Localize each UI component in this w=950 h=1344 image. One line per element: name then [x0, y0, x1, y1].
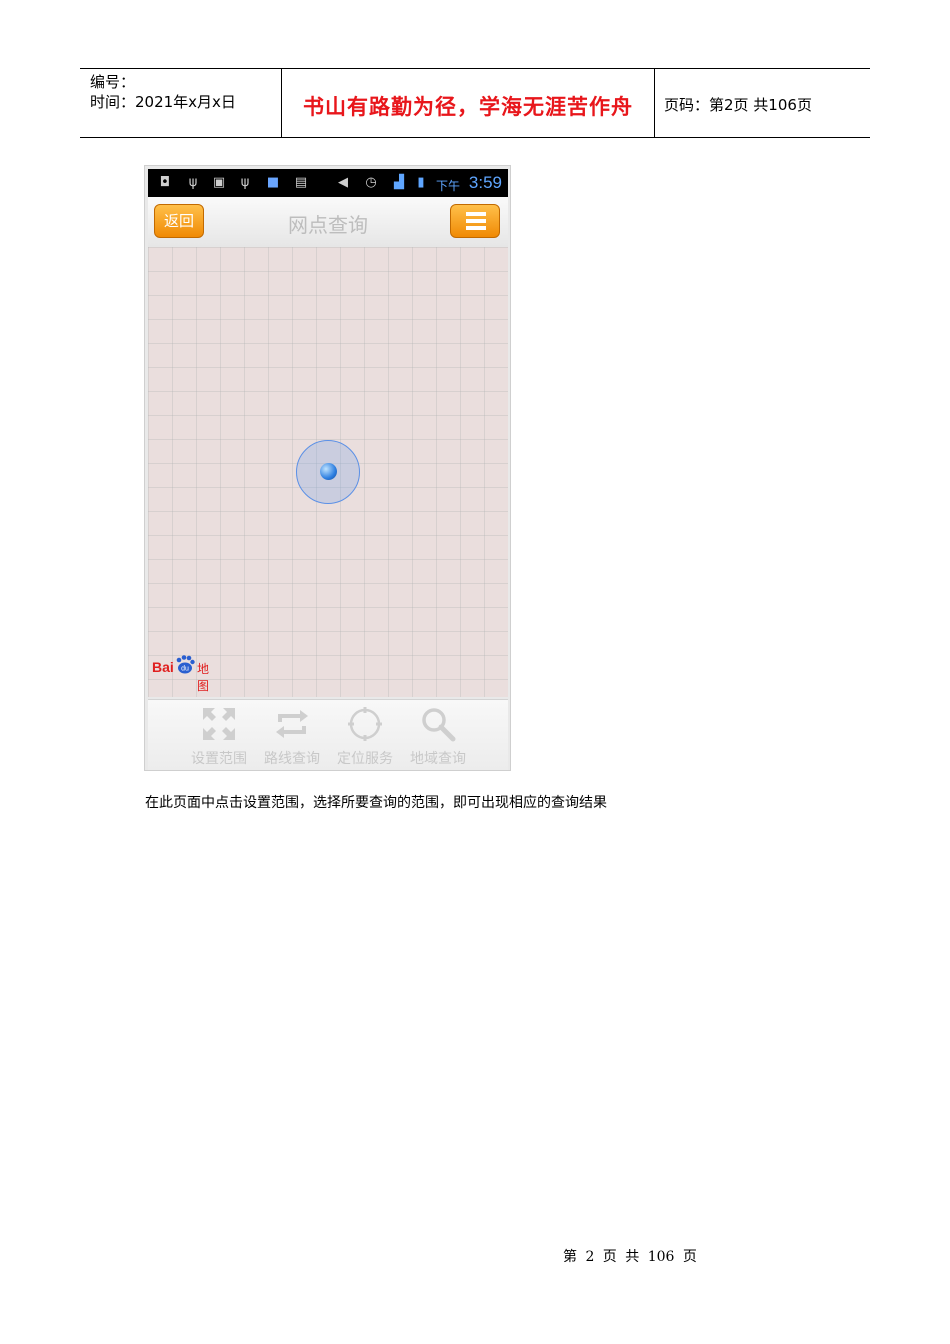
- search-icon: [422, 708, 456, 742]
- document-header: 编号： 时间：2021年x月x日 书山有路勤为径，学海无涯苦作舟 页码：第2页 …: [80, 68, 870, 138]
- battery-icon: ▮: [417, 175, 425, 190]
- android-icon: ▣: [212, 175, 226, 190]
- route-query-button[interactable]: 路线查询: [257, 704, 327, 767]
- baidu-paw-icon: du: [176, 655, 195, 674]
- number-label: 编号：: [90, 73, 136, 91]
- instruction-caption: 在此页面中点击设置范围，选择所要查询的范围，即可出现相应的查询结果: [145, 795, 607, 811]
- route-icon: [276, 710, 308, 738]
- usb-icon: ψ: [240, 175, 250, 190]
- area-query-button[interactable]: 地域查询: [403, 704, 473, 767]
- volume-icon: ◀: [338, 175, 348, 190]
- menu-button[interactable]: [450, 204, 500, 238]
- title-bar: 返回 网点查询: [148, 197, 508, 247]
- bottom-toolbar: 设置范围 路线查询 定位服务 地域查询: [148, 699, 508, 770]
- locate-service-label: 定位服务: [337, 751, 393, 767]
- locate-icon: [348, 707, 382, 741]
- notification-icon: ◘: [159, 175, 171, 190]
- route-query-label: 路线查询: [264, 751, 320, 767]
- signal-icon: ▟: [394, 175, 404, 190]
- download-icon: ■: [266, 175, 280, 190]
- expand-range-icon: [203, 708, 235, 740]
- set-range-label: 设置范围: [191, 751, 247, 767]
- status-period: 下午: [435, 179, 460, 193]
- baidu-logo-suffix: 地图: [197, 662, 210, 693]
- locate-service-button[interactable]: 定位服务: [330, 704, 400, 767]
- status-time: 3:59: [468, 173, 502, 192]
- header-page-cell: 页码：第2页 共106页: [655, 69, 870, 137]
- motto-text: 书山有路勤为径，学海无涯苦作舟: [303, 94, 633, 119]
- page-info: 页码：第2页 共106页: [664, 96, 812, 114]
- status-bar: ◘ ψ ▣ ψ ■ ▤ ◀ ◷ ▟ ▮ 下午 3:59: [148, 169, 508, 197]
- header-info-cell: 编号： 时间：2021年x月x日: [80, 69, 282, 137]
- svg-text:du: du: [181, 666, 189, 673]
- message-icon: ▤: [294, 175, 308, 190]
- map-view[interactable]: Bai du 地图: [148, 247, 508, 697]
- phone-screenshot: ◘ ψ ▣ ψ ■ ▤ ◀ ◷ ▟ ▮ 下午 3:59 返回 网点查询 Bai: [144, 165, 511, 771]
- page-footer: 第 2 页 共 106 页: [563, 1249, 697, 1265]
- header-motto-cell: 书山有路勤为径，学海无涯苦作舟: [282, 69, 655, 137]
- set-range-button[interactable]: 设置范围: [184, 704, 254, 767]
- time-label: 时间：2021年x月x日: [90, 93, 236, 111]
- area-query-label: 地域查询: [410, 751, 466, 767]
- alarm-icon: ◷: [365, 175, 377, 190]
- baidu-logo-text: Bai: [152, 659, 174, 675]
- current-location-icon: [320, 463, 337, 480]
- usb-icon: ψ: [188, 175, 198, 190]
